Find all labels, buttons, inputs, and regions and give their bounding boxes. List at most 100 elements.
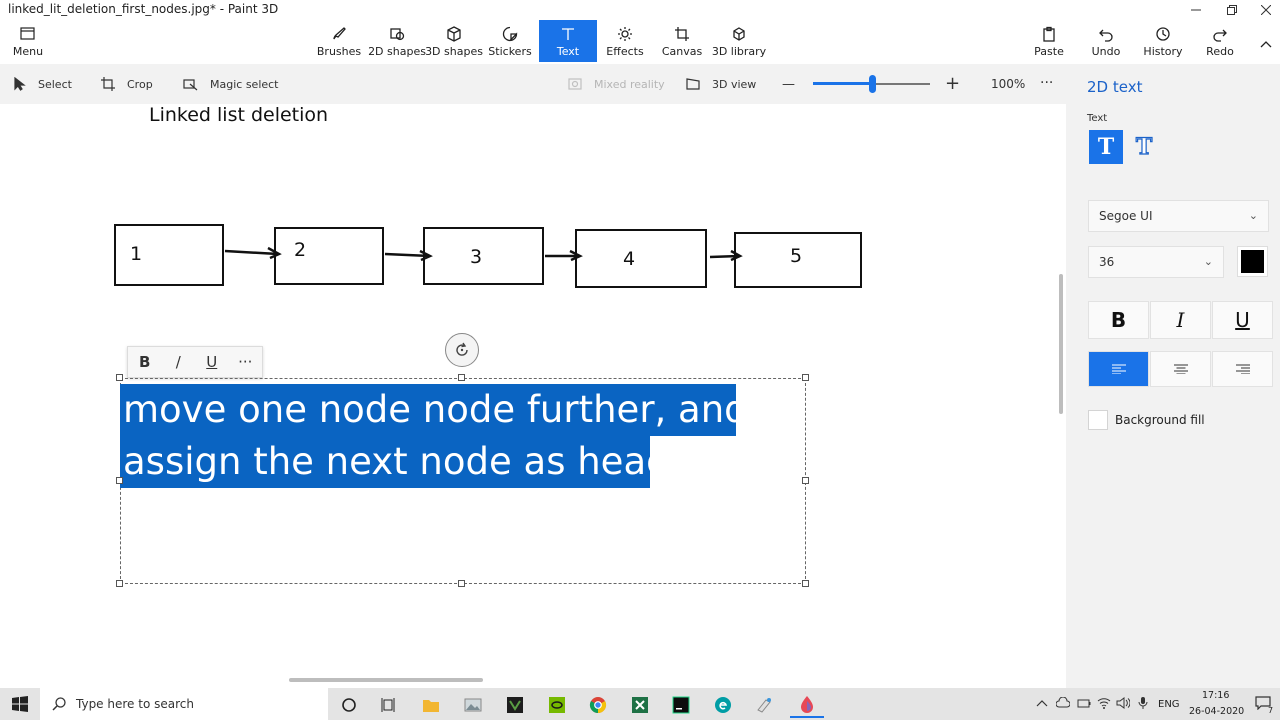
game-icon	[507, 697, 523, 713]
font-family-value: Segoe UI	[1099, 209, 1153, 223]
action-label: Redo	[1206, 45, 1234, 58]
text-color-swatch[interactable]	[1237, 246, 1268, 277]
horizontal-scrollbar[interactable]	[289, 678, 483, 682]
resize-handle[interactable]	[802, 374, 809, 381]
action-label: History	[1143, 45, 1183, 58]
resize-handle[interactable]	[802, 477, 809, 484]
underline-button[interactable]: U	[1212, 301, 1273, 339]
notification-count: 7	[1268, 706, 1274, 715]
align-left-button[interactable]	[1088, 351, 1149, 387]
redo-icon	[1213, 29, 1227, 42]
chrome-icon	[589, 697, 607, 714]
wifi-icon[interactable]	[1097, 697, 1111, 709]
mini-underline-button[interactable]: U	[195, 353, 229, 371]
taskbar-app-pycharm[interactable]	[664, 692, 698, 718]
chevron-up-icon	[1260, 41, 1272, 48]
font-family-select[interactable]: Segoe UI ⌄	[1088, 200, 1269, 232]
taskbar-app-chrome[interactable]	[581, 692, 615, 718]
microphone-icon[interactable]	[1138, 697, 1148, 709]
font-size-select[interactable]: 36 ⌄	[1088, 246, 1224, 278]
taskbar-app-paint3d[interactable]	[790, 692, 824, 718]
paint-icon	[757, 698, 771, 713]
taskbar-app-game[interactable]	[498, 692, 532, 718]
history-icon	[1156, 27, 1170, 41]
start-button[interactable]	[0, 688, 40, 720]
floating-format-toolbar: B / U ···	[127, 346, 263, 378]
font-size-value: 36	[1099, 255, 1115, 269]
align-right-button[interactable]	[1212, 351, 1273, 387]
history-button[interactable]: History	[1142, 20, 1184, 62]
clock-date[interactable]: 26-04-2020	[1189, 706, 1244, 717]
redo-button[interactable]: Redo	[1203, 20, 1237, 62]
clock-time[interactable]: 17:16	[1202, 690, 1229, 701]
folder-icon	[423, 700, 439, 712]
align-left-icon	[1111, 364, 1126, 374]
2d-text-style-button[interactable]: T	[1089, 130, 1123, 164]
resize-handle[interactable]	[458, 374, 465, 381]
minimize-icon	[1191, 9, 1201, 11]
rotate-icon	[456, 342, 468, 356]
bold-button[interactable]: B	[1088, 301, 1149, 339]
resize-handle[interactable]	[458, 580, 465, 587]
align-right-icon	[1235, 364, 1250, 374]
italic-label: I	[1176, 308, 1185, 332]
minimize-button[interactable]	[1176, 0, 1216, 20]
text-section-label: Text	[1087, 113, 1108, 124]
taskbar-app-eset[interactable]	[706, 692, 740, 718]
align-center-button[interactable]	[1150, 351, 1211, 387]
background-fill-label: Background fill	[1115, 413, 1205, 427]
paint3d-icon	[801, 696, 813, 713]
rotate-handle[interactable]	[445, 333, 479, 367]
taskbar-app-paint[interactable]	[748, 692, 782, 718]
language-indicator[interactable]: ENG	[1158, 699, 1180, 710]
resize-handle[interactable]	[116, 580, 123, 587]
cortana-icon	[342, 698, 356, 712]
action-label: Undo	[1091, 45, 1121, 58]
plain-text-icon: T	[1097, 134, 1115, 160]
taskbar-app-photos[interactable]	[456, 692, 490, 718]
paint3d-window: linked_lit_deletion_first_nodes.jpg* - P…	[0, 0, 1280, 720]
windows-logo-icon	[12, 696, 28, 712]
resize-handle[interactable]	[802, 580, 809, 587]
taskbar-app-nvidia[interactable]	[540, 692, 574, 718]
chevron-down-icon: ⌄	[1248, 209, 1258, 222]
task-view-icon	[381, 698, 395, 712]
mini-bold-button[interactable]: B	[128, 353, 162, 371]
close-button[interactable]	[1246, 0, 1280, 20]
italic-button[interactable]: I	[1150, 301, 1211, 339]
eset-icon	[715, 697, 731, 713]
vertical-scrollbar[interactable]	[1059, 274, 1063, 414]
3d-text-icon: T	[1135, 133, 1153, 160]
chevron-down-icon: ⌄	[1203, 255, 1213, 268]
taskbar-app-excel[interactable]	[623, 692, 657, 718]
text-color-fill	[1241, 250, 1264, 273]
underline-label: U	[1235, 308, 1250, 332]
taskbar-search[interactable]: Type here to search	[40, 688, 328, 720]
volume-icon[interactable]	[1116, 697, 1130, 709]
selected-text-line[interactable]: assign the next node as head.	[120, 436, 681, 488]
pycharm-icon	[672, 696, 690, 714]
chevron-up-icon[interactable]	[1036, 698, 1048, 708]
resize-handle[interactable]	[116, 477, 123, 484]
taskbar-app-file-explorer[interactable]	[414, 692, 448, 718]
close-icon	[1261, 5, 1271, 15]
restore-icon	[1227, 5, 1237, 15]
background-fill-checkbox[interactable]	[1088, 410, 1108, 430]
3d-text-style-button[interactable]: T	[1127, 130, 1161, 164]
cloud-icon[interactable]	[1056, 697, 1070, 709]
mini-more-button[interactable]: ···	[229, 353, 263, 371]
search-icon	[52, 697, 66, 711]
resize-handle[interactable]	[116, 374, 123, 381]
collapse-ribbon-button[interactable]	[1256, 20, 1276, 62]
cortana-button[interactable]	[332, 692, 366, 718]
battery-icon[interactable]	[1077, 697, 1091, 709]
mini-italic-button[interactable]: /	[162, 353, 196, 371]
bold-label: B	[1110, 308, 1127, 332]
nvidia-icon	[549, 697, 565, 713]
node-link-arrows	[224, 246, 743, 262]
selected-text-line[interactable]: move one node node further, and	[120, 384, 748, 436]
undo-button[interactable]: Undo	[1088, 20, 1124, 62]
photos-icon	[464, 698, 482, 712]
align-center-icon	[1173, 364, 1188, 374]
task-view-button[interactable]	[372, 692, 406, 718]
